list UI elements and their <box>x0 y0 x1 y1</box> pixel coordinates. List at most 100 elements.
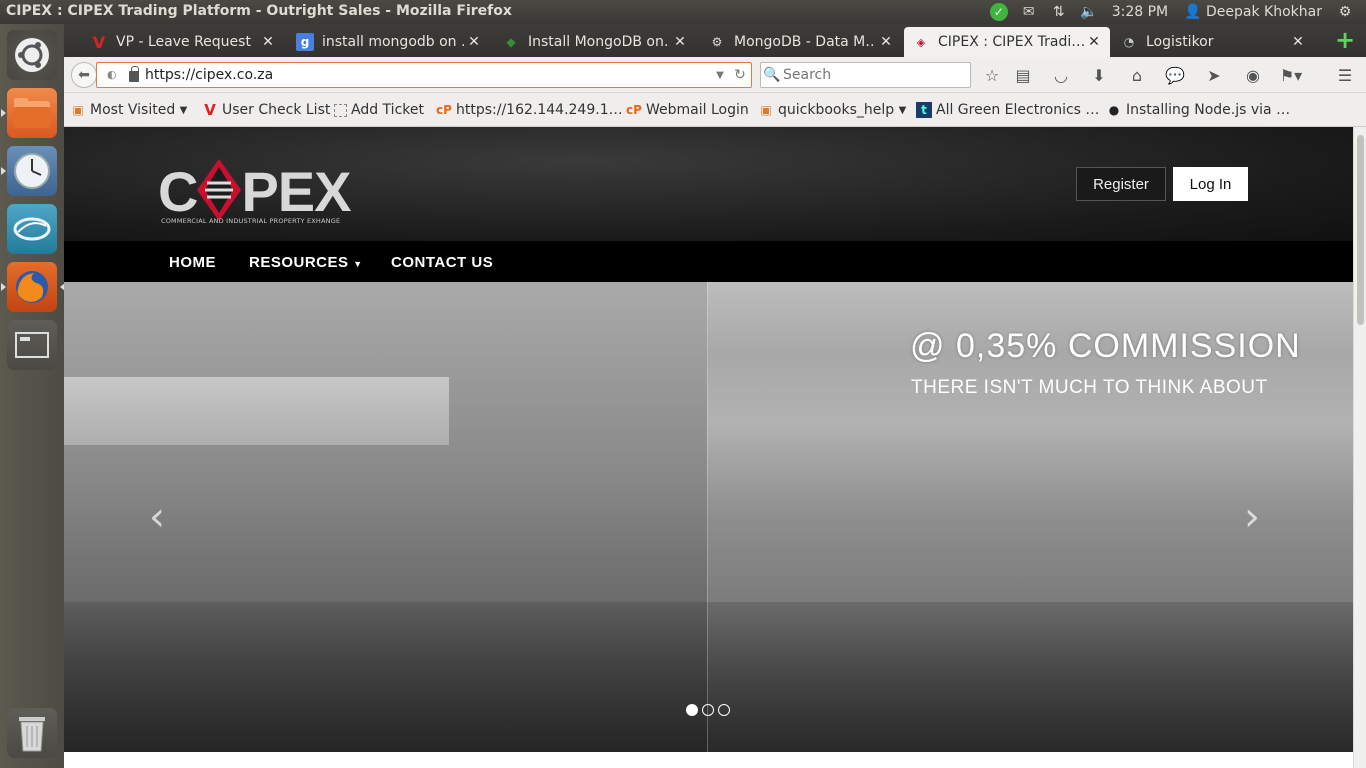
pocket-icon[interactable]: ◡ <box>1050 65 1072 85</box>
new-tab-button[interactable]: + <box>1334 28 1356 52</box>
close-tab-icon[interactable]: ✕ <box>670 34 690 50</box>
bookmark-quickbooks-help[interactable]: ▣ quickbooks_help ▼ <box>758 102 906 118</box>
url-bar[interactable]: ◐ ▼ ↻ <box>96 62 752 88</box>
close-tab-icon[interactable]: ✕ <box>1084 34 1104 50</box>
tab-label: Install MongoDB on… <box>528 34 670 50</box>
folder-icon: ▣ <box>72 103 84 117</box>
network-icon[interactable]: ⇅ <box>1044 0 1074 24</box>
carousel-dot-1[interactable] <box>686 704 698 716</box>
close-tab-icon[interactable]: ✕ <box>258 34 278 50</box>
bookmark-installing-nodejs[interactable]: ● Installing Node.js via … <box>1106 102 1290 118</box>
search-input[interactable] <box>783 67 963 83</box>
page-icon <box>334 103 347 117</box>
trash-launcher[interactable] <box>7 708 57 758</box>
workspace-icon <box>15 332 49 358</box>
carousel-dot-2[interactable] <box>702 704 714 716</box>
history-dropdown-icon[interactable]: ▼ <box>711 70 729 81</box>
settings-gear-icon[interactable]: ⚙ <box>1330 0 1360 24</box>
files-launcher[interactable] <box>1 88 57 138</box>
bookmark-most-visited[interactable]: ▣ Most Visited ▼ <box>70 102 187 118</box>
nav-home[interactable]: HOME <box>169 254 216 271</box>
nav-resources[interactable]: RESOURCES ▼ <box>249 254 363 271</box>
mongodb-leaf-icon: ◆ <box>506 35 516 49</box>
running-indicator <box>1 283 6 291</box>
main-nav: HOME RESOURCES ▼ CONTACT US <box>64 241 1353 282</box>
vp-favicon-icon: V <box>204 101 216 119</box>
tab-google-install-mongodb[interactable]: g install mongodb on … ✕ <box>288 27 490 57</box>
tab-logistikor[interactable]: ◔ Logistikor ✕ <box>1112 27 1314 57</box>
workspace-switcher[interactable] <box>7 320 57 370</box>
ubuntu-logo-icon <box>15 38 49 72</box>
nav-contact-us[interactable]: CONTACT US <box>391 254 493 271</box>
mail-icon[interactable]: ✉ <box>1014 0 1044 24</box>
tab-cipex[interactable]: ◈ CIPEX : CIPEX Tradi… ✕ <box>904 27 1110 57</box>
color-extension-icon[interactable]: ◉ <box>1242 65 1264 85</box>
folder-icon: ▣ <box>760 103 772 117</box>
tab-mongodb-data-modeling[interactable]: ⚙ MongoDB - Data M… ✕ <box>700 27 902 57</box>
tracking-shield-icon[interactable]: ◐ <box>107 68 119 82</box>
tab-label: Logistikor <box>1146 34 1214 50</box>
nav-resources-label: RESOURCES <box>249 254 349 271</box>
cipex-logo[interactable]: C PEX COMMERCIAL AND INDUSTRIAL PROPERTY … <box>158 149 358 229</box>
hero-caption-main: @ 0,35% COMMISSION <box>910 327 1301 365</box>
reading-list-icon[interactable]: ▤ <box>1012 65 1034 85</box>
remote-desktop-launcher[interactable] <box>7 204 57 254</box>
site-header: C PEX COMMERCIAL AND INDUSTRIAL PROPERTY … <box>64 127 1353 241</box>
window-title: CIPEX : CIPEX Trading Platform - Outrigh… <box>6 3 512 19</box>
close-tab-icon[interactable]: ✕ <box>876 34 896 50</box>
top-panel: CIPEX : CIPEX Trading Platform - Outrigh… <box>0 0 1366 24</box>
bookmark-webmail-login[interactable]: cP Webmail Login <box>626 102 749 118</box>
chat-icon[interactable]: 💬 <box>1164 65 1186 85</box>
lock-icon[interactable] <box>129 66 139 82</box>
launcher <box>0 24 65 768</box>
tab-vp-leave-request[interactable]: V VP - Leave Request ✕ <box>82 27 284 57</box>
search-icon: 🔍 <box>763 67 781 83</box>
bookmark-label: All Green Electronics … <box>936 102 1100 118</box>
url-input[interactable] <box>145 67 711 83</box>
carousel-prev-icon[interactable]: ‹ <box>149 494 165 540</box>
cpanel-icon: cP <box>436 103 452 117</box>
bookmark-user-check-list[interactable]: V User Check List <box>202 101 331 119</box>
bookmark-label: Installing Node.js via … <box>1126 102 1291 118</box>
clock[interactable]: 3:28 PM <box>1104 4 1176 20</box>
close-tab-icon[interactable]: ✕ <box>464 34 484 50</box>
bookmark-label: Most Visited <box>90 102 176 118</box>
login-button[interactable]: Log In <box>1173 167 1248 201</box>
bookmark-star-icon[interactable]: ☆ <box>981 65 1003 85</box>
tab-label: CIPEX : CIPEX Tradi… <box>938 34 1084 50</box>
page-scrollbar[interactable] <box>1353 127 1366 768</box>
reload-icon[interactable]: ↻ <box>729 67 751 83</box>
logo-diamond-icon <box>197 159 242 221</box>
carousel-dot-3[interactable] <box>718 704 730 716</box>
downloads-icon[interactable]: ⬇ <box>1088 65 1110 85</box>
send-icon[interactable]: ➤ <box>1203 65 1225 85</box>
bookmark-ip-address[interactable]: cP https://162.144.249.1… <box>436 102 623 118</box>
bookmark-label: User Check List <box>222 102 331 118</box>
register-button[interactable]: Register <box>1076 167 1166 201</box>
bookmark-all-green-electronics[interactable]: t All Green Electronics … <box>916 102 1099 118</box>
update-check-icon[interactable]: ✓ <box>984 0 1014 24</box>
user-menu[interactable]: 👤 Deepak Khokhar <box>1176 4 1330 20</box>
hamburger-menu-icon[interactable]: ☰ <box>1334 65 1356 85</box>
back-button[interactable]: ⬅ <box>71 62 97 88</box>
firefox-launcher[interactable] <box>1 262 65 312</box>
extension-dropdown-icon[interactable]: ⚑▾ <box>1280 65 1302 85</box>
tab-install-mongodb[interactable]: ◆ Install MongoDB on… ✕ <box>494 27 696 57</box>
search-box[interactable]: 🔍 <box>760 62 971 88</box>
home-icon[interactable]: ⌂ <box>1126 65 1148 85</box>
gear-favicon-icon: ⚙ <box>711 35 723 49</box>
carousel-next-icon[interactable]: › <box>1244 494 1260 540</box>
cipex-favicon-icon: ◈ <box>916 35 926 49</box>
time-tracker-launcher[interactable] <box>1 146 57 196</box>
nav-toolbar: ⬅ ◐ ▼ ↻ 🔍 ☆ ▤ ◡ ⬇ ⌂ 💬 ➤ ◉ ⚑▾ ☰ <box>64 57 1366 93</box>
hero-divider <box>707 282 708 752</box>
chevron-down-icon: ▼ <box>179 104 188 116</box>
scrollbar-thumb[interactable] <box>1357 135 1364 325</box>
volume-icon[interactable]: 🔈 <box>1074 0 1104 24</box>
close-tab-icon[interactable]: ✕ <box>1288 34 1308 50</box>
dash-button[interactable] <box>7 30 57 80</box>
remmina-icon <box>13 217 51 241</box>
loading-spinner-icon: ◔ <box>1123 35 1135 49</box>
bookmark-add-ticket[interactable]: Add Ticket <box>334 102 424 118</box>
tab-strip: V VP - Leave Request ✕ g install mongodb… <box>64 24 1366 57</box>
